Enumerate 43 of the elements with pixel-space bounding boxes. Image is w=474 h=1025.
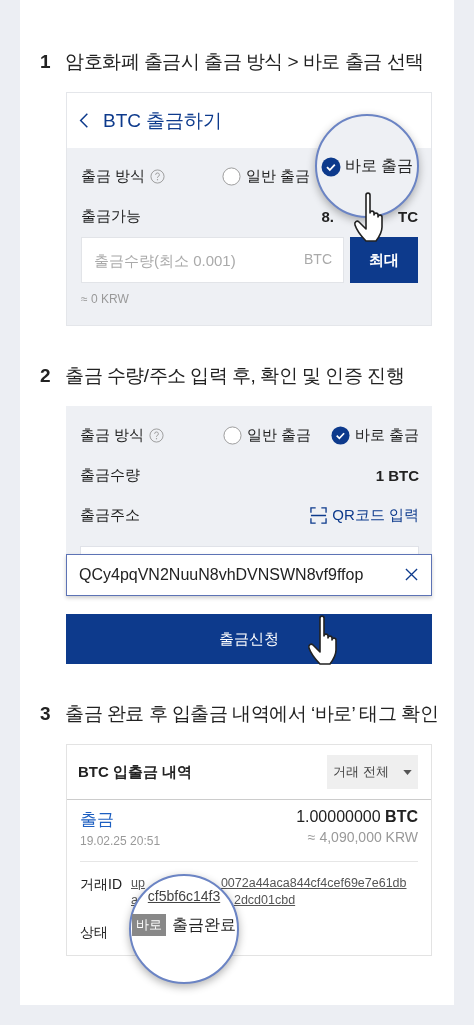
history-title: BTC 입출금 내역 — [78, 762, 193, 782]
transaction-id-link[interactable]: 0072a44aca844cf4cef69e7e61db — [220, 876, 407, 890]
radio-option[interactable]: 일반 출금 — [221, 166, 310, 186]
field-label: 출금 방식 — [81, 166, 146, 186]
field-label: 거래ID — [80, 876, 123, 894]
step-title: 출금 완료 후 입출금 내역에서 ‘바로’ 태그 확인 — [65, 702, 439, 726]
unit-label: BTC — [304, 251, 332, 267]
step-number: 3 — [40, 703, 52, 725]
krw-estimate: ≈ 0 KRW — [81, 292, 130, 306]
krw-amount: ≈ 4,090,000 KRW — [307, 829, 418, 845]
scan-icon — [310, 506, 328, 524]
step-title: 암호화폐 출금시 출금 방식 > 바로 출금 선택 — [65, 50, 424, 74]
field-label: 출금수량 — [80, 465, 140, 485]
back-icon[interactable] — [79, 112, 89, 129]
status-tag: 바로 — [132, 914, 166, 936]
radio-option[interactable]: 일반 출금 — [222, 425, 311, 445]
transaction-id-link[interactable]: up — [131, 876, 145, 890]
step-number: 1 — [40, 51, 52, 73]
amount-text: TC — [398, 207, 418, 225]
max-button[interactable]: 최대 — [350, 237, 418, 283]
submit-button[interactable]: 출금신청 — [66, 614, 432, 664]
status-text: 출금완료 — [172, 914, 236, 935]
filter-dropdown[interactable]: 거래 전체 — [327, 755, 418, 789]
radio-option[interactable]: 바로 출금 — [320, 156, 414, 177]
field-label: 출금 방식 — [80, 425, 145, 445]
amount-text: 8. — [321, 207, 334, 225]
step-title: 출금 수량/주소 입력 후, 확인 및 인증 진행 — [65, 364, 404, 388]
amount-text: 1 BTC — [375, 466, 419, 484]
field-label: 상태 — [80, 924, 108, 940]
transaction-type: 출금 — [80, 809, 115, 831]
step-number: 2 — [40, 365, 52, 387]
address-field[interactable]: QCy4pqVN2NuuN8vhDVNSWN8vf9ffop — [66, 554, 432, 596]
field-label: 출금가능 — [81, 206, 141, 226]
transaction-id-link[interactable]: cf5bf6c14f3 — [147, 888, 221, 904]
transaction-amount: 1.00000000 BTC — [296, 808, 418, 826]
field-label: 출금주소 — [80, 505, 140, 525]
page-title: BTC 출금하기 — [103, 108, 223, 133]
clear-icon[interactable] — [405, 568, 418, 581]
caret-icon — [402, 769, 412, 775]
radio-option[interactable]: 바로 출금 — [330, 425, 419, 445]
transaction-id-link[interactable]: 2dcd01cbd — [233, 893, 296, 907]
qr-input-link[interactable]: QR코드 입력 — [310, 505, 419, 525]
transaction-time: 19.02.25 20:51 — [80, 834, 161, 848]
